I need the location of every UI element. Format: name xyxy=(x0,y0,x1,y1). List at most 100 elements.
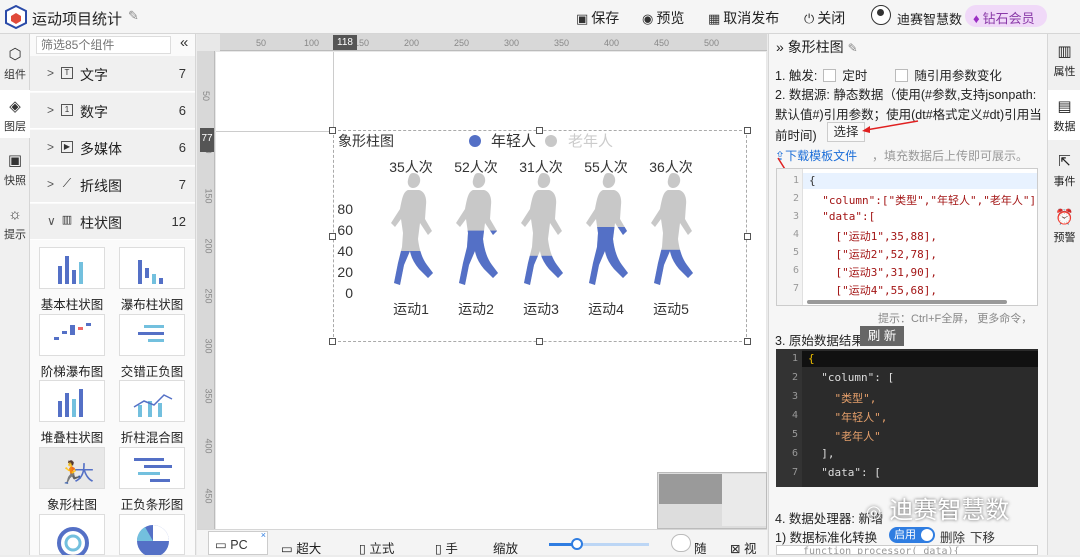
trigger-row: 1. 触发: 定时 随引用参数变化 xyxy=(775,65,1002,84)
resize-handle[interactable] xyxy=(329,127,336,134)
rail-data[interactable]: ▤ 数据 xyxy=(1048,90,1080,140)
resize-handle[interactable] xyxy=(329,233,336,240)
follow-toggle[interactable] xyxy=(671,534,691,552)
category-bar[interactable]: ∨ ▥ 柱状图 12 xyxy=(30,204,195,240)
download-note: ，填充数据后上传即可展示。 xyxy=(872,149,1029,163)
portrait-button[interactable]: ▯ 立式 xyxy=(359,538,394,557)
rail-events[interactable]: ⇱ 事件 xyxy=(1048,148,1080,194)
code-line: ["运动4",55,68], xyxy=(809,284,937,297)
category-text[interactable]: > T 文字 7 xyxy=(30,56,195,92)
delete-button[interactable]: 删除 xyxy=(940,527,965,546)
category-label: 柱状图 xyxy=(80,215,122,231)
chevron-down-icon: ∨ xyxy=(47,214,56,228)
collapse-panel-icon[interactable]: « xyxy=(180,34,188,51)
pc-tab[interactable]: ▭ PC × xyxy=(208,530,268,555)
preview-label: 预览 xyxy=(656,10,685,26)
edit-title-icon[interactable]: ✎ xyxy=(128,8,139,24)
unpublish-button[interactable]: ▦ 取消发布 xyxy=(708,8,779,28)
thumb-pictorial-bar[interactable]: 🏃 大 xyxy=(39,447,105,489)
resize-handle[interactable] xyxy=(536,127,543,134)
rail-components[interactable]: ⬡ 组件 xyxy=(0,40,30,84)
radial-bar-icon xyxy=(57,527,89,555)
minimap[interactable] xyxy=(657,472,767,529)
resize-handle[interactable] xyxy=(744,127,751,134)
line-number: 1 xyxy=(792,175,799,186)
thumb-polar[interactable] xyxy=(119,514,185,555)
code-line: "data": [ xyxy=(808,466,881,479)
code-line: ["运动2",52,78], xyxy=(809,248,937,261)
processor-code[interactable]: function processor( data){ xyxy=(776,545,1038,555)
rail-tips[interactable]: ☼ 提示 xyxy=(0,200,30,244)
rail-properties[interactable]: ▥ 属性 xyxy=(1048,38,1080,84)
line-number: 4 xyxy=(791,410,798,421)
category-number[interactable]: >1 数字 6 xyxy=(30,93,195,129)
thumb-line-bar-mix[interactable] xyxy=(119,380,185,422)
timer-checkbox[interactable] xyxy=(823,69,837,82)
thumb-radial[interactable] xyxy=(39,514,105,555)
line-bar-mix-icon xyxy=(133,394,173,417)
close-button[interactable]: ⏻ 关闭 xyxy=(804,8,845,28)
raw-data-editor[interactable]: 1 2 3 4 5 6 7 { "column": [ "类型", "年轻人",… xyxy=(776,349,1038,487)
xl-screen-button[interactable]: ▭ 超大 xyxy=(281,538,321,557)
editor-scrollbar[interactable] xyxy=(807,300,1007,304)
code-line: ["运动3",31,90], xyxy=(809,266,937,279)
thumb-pos-neg-bar[interactable] xyxy=(119,447,185,489)
datasource-text-1: 2. 数据源: 静态数据（使用(#参数,支持jsonpath: xyxy=(775,88,1037,102)
phone-button[interactable]: ▯ 手 xyxy=(435,538,458,557)
preview-button[interactable]: ◉ 预览 xyxy=(642,8,684,28)
move-down-button[interactable]: 下移 xyxy=(970,527,995,546)
lightbulb-icon: ☼ xyxy=(8,206,22,223)
thumb-stacked-bar[interactable] xyxy=(39,380,105,422)
refresh-button[interactable]: 刷 新 xyxy=(860,326,904,346)
category-count: 7 xyxy=(178,177,186,192)
enable-toggle[interactable]: 启用 xyxy=(889,527,935,543)
component-filter-input[interactable] xyxy=(36,36,171,54)
category-line[interactable]: > ⟋ 折线图 7 xyxy=(30,167,195,203)
category-label: 文字 xyxy=(80,67,108,83)
data-icon: ▤ xyxy=(1057,98,1072,115)
editor-active-line xyxy=(802,351,1038,367)
resize-handle[interactable] xyxy=(329,338,336,345)
line-number: 7 xyxy=(792,283,799,294)
rail-alarm[interactable]: ⏰ 预警 xyxy=(1048,204,1080,250)
thumb-waterfall-bar[interactable] xyxy=(119,247,185,289)
line-number: 6 xyxy=(792,265,799,276)
thumb-pos-neg[interactable] xyxy=(119,314,185,356)
rail-layers-label: 图层 xyxy=(4,121,26,133)
vip-badge[interactable]: ♦ 钻石会员 xyxy=(965,5,1047,27)
zoom-slider-thumb[interactable] xyxy=(571,538,583,550)
selection-box xyxy=(333,130,747,342)
bar-chart-icon: ▥ xyxy=(61,214,73,226)
rail-snapshot[interactable]: ▣ 快照 xyxy=(0,146,30,190)
close-tab-icon[interactable]: × xyxy=(261,530,266,540)
param-change-label: 随引用参数变化 xyxy=(914,69,1002,83)
number-icon: 1 xyxy=(61,104,73,116)
save-button[interactable]: ▣ 保存 xyxy=(576,8,619,28)
category-count: 6 xyxy=(178,103,186,118)
step-waterfall-icon xyxy=(54,323,91,340)
resize-handle[interactable] xyxy=(744,338,751,345)
line-number: 3 xyxy=(792,211,799,222)
resize-handle[interactable] xyxy=(536,338,543,345)
edit-icon[interactable]: ✎ xyxy=(848,41,858,55)
minimap-viewport[interactable] xyxy=(659,474,722,504)
thumb-label: 折柱混合图 xyxy=(120,431,184,445)
expand-icon[interactable]: » xyxy=(776,39,784,55)
resize-handle[interactable] xyxy=(744,233,751,240)
ruler-y-marker: 77 xyxy=(200,128,214,152)
code-line: "data":[ xyxy=(809,210,876,223)
stacked-bar-icon xyxy=(58,389,83,417)
watermark-label: 迪赛智慧数 xyxy=(889,496,1010,524)
canvas-bottom-bar: ▭ 超大 ▯ 立式 ▯ 手 缩放 随 ⊠ 视 xyxy=(197,529,767,557)
thumb-basic-bar[interactable] xyxy=(39,247,105,289)
view-button[interactable]: ⊠ 视 xyxy=(730,538,756,557)
thumb-step-waterfall[interactable] xyxy=(39,314,105,356)
datasource-code-editor[interactable]: 1 2 3 4 5 6 7 { "column":["类型","年轻人","老年… xyxy=(776,168,1038,306)
category-media[interactable]: > ▶ 多媒体 6 xyxy=(30,130,195,166)
rail-layers[interactable]: ◈ 图层 xyxy=(0,90,30,138)
user-avatar-icon[interactable] xyxy=(871,5,891,25)
category-count: 12 xyxy=(171,214,186,229)
username[interactable]: 迪赛智慧数 xyxy=(897,9,962,28)
param-change-checkbox[interactable] xyxy=(895,69,909,82)
wechat-icon: ◎ xyxy=(866,502,882,523)
